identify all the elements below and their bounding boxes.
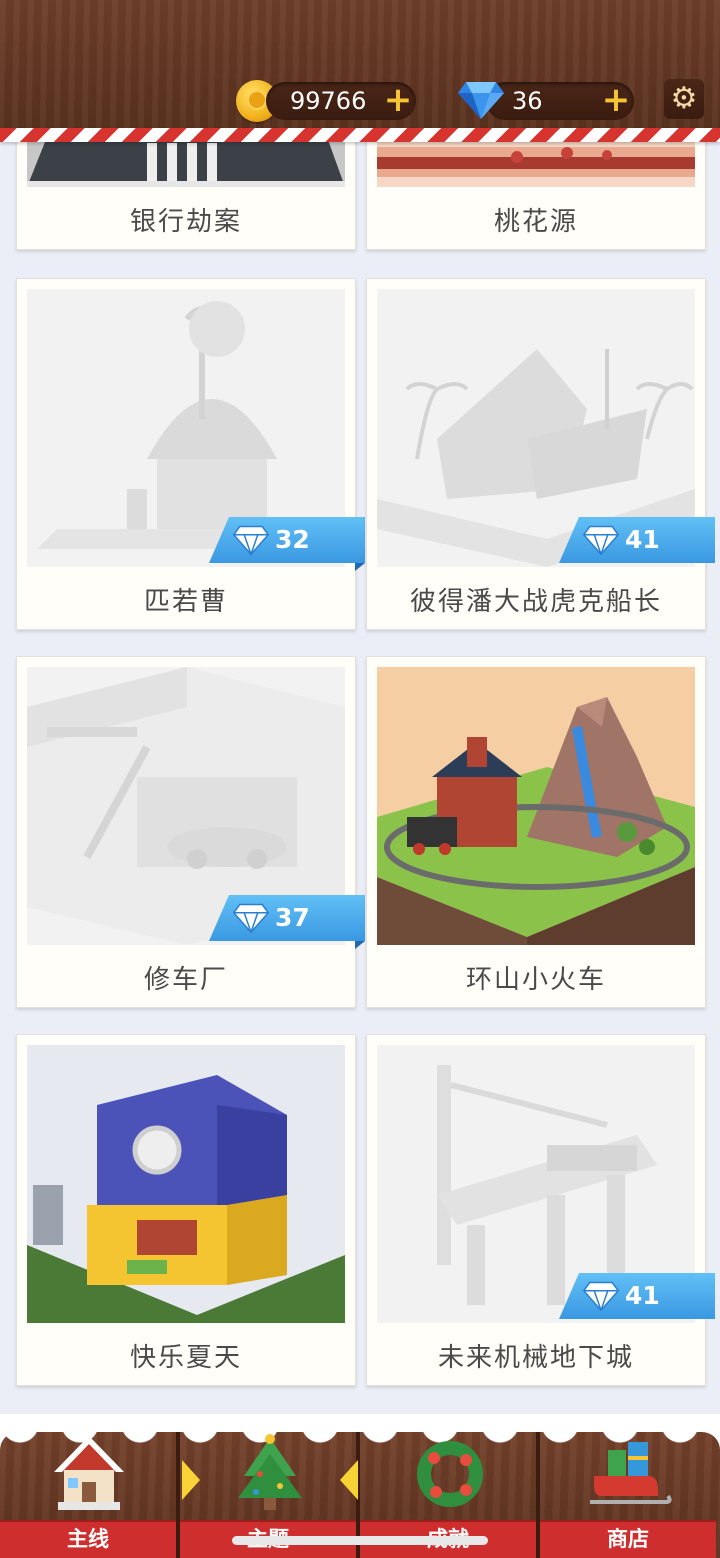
mountain-train-illustration [377,667,695,945]
price-value: 37 [275,903,310,932]
top-bar: 99766 + 36 + ⚙ [0,0,720,136]
settings-button[interactable]: ⚙ [664,79,704,119]
add-gems-button[interactable]: + [596,82,636,120]
tab-label: 主线 [67,1527,109,1551]
price-ribbon: 37 [209,895,365,941]
diamond-icon [582,525,620,555]
theme-title: 桃花源 [493,207,578,237]
price-ribbon: 41 [559,1273,715,1319]
theme-card[interactable]: 快乐夏天 [16,1034,356,1386]
coin-balance: 99766 + [266,82,416,120]
theme-thumbnail [27,1045,345,1323]
theme-title: 快乐夏天 [129,1343,242,1373]
tab-shop[interactable]: 商店 [540,1432,720,1558]
home-indicator[interactable] [232,1536,488,1545]
diamond-icon [582,1281,620,1311]
diamond-icon [232,525,270,555]
theme-title: 环山小火车 [465,965,606,995]
selected-arrow-right-icon [340,1460,358,1500]
container-house-illustration [27,1045,345,1323]
theme-title: 匹若曹 [143,587,228,617]
coin-count: 99766 [290,87,367,115]
price-value: 32 [275,525,310,554]
gem-count: 36 [512,87,543,115]
christmas-tree-icon [238,1434,302,1510]
ribbon-fold [355,563,365,571]
tab-main[interactable]: 主线 [0,1432,180,1558]
add-coins-button[interactable]: + [378,82,418,120]
diamond-icon [232,903,270,933]
gear-icon: ⚙ [670,81,698,116]
theme-card[interactable]: 41 彼得潘大战虎克船长 [366,278,715,630]
theme-title: 修车厂 [143,965,228,995]
tab-label: 商店 [607,1527,649,1551]
candy-cane-border [0,128,720,142]
diamond-icon [458,82,504,119]
theme-card[interactable]: 32 匹若曹 [16,278,365,630]
theme-title: 彼得潘大战虎克船长 [409,587,662,617]
price-ribbon: 32 [209,517,365,563]
ribbon-fold [355,941,365,949]
price-value: 41 [625,1281,660,1310]
theme-card[interactable]: 41 未来机械地下城 [366,1034,715,1386]
theme-thumbnail [377,667,695,945]
sleigh-icon [590,1442,672,1504]
wreath-icon [417,1441,483,1507]
gem-balance: 36 + [486,82,634,120]
theme-title: 未来机械地下城 [437,1343,634,1373]
house-icon [54,1436,124,1510]
theme-title: 银行劫案 [129,207,242,237]
price-ribbon: 41 [559,517,715,563]
selected-arrow-left-icon [182,1460,200,1500]
theme-card[interactable]: 环山小火车 [366,656,706,1008]
price-value: 41 [625,525,660,554]
theme-card[interactable]: 37 修车厂 [16,656,365,1008]
